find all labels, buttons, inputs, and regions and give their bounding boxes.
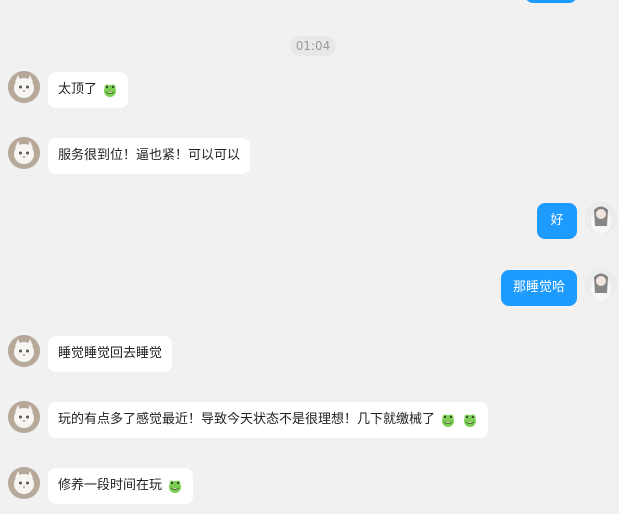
incoming-message-bubble[interactable]: 玩的有点多了感觉最近！导致今天状态不是很理想！几下就缴械了 (48, 402, 489, 438)
frog-face-emoji-icon (167, 478, 183, 494)
cat-avatar-icon (8, 401, 40, 433)
message-text: 玩的有点多了感觉最近！导致今天状态不是很理想！几下就缴械了 (58, 411, 436, 427)
incoming-message-bubble[interactable]: 修养一段时间在玩 (48, 468, 194, 504)
cat-avatar-icon (8, 137, 40, 169)
cat-avatar-icon (8, 467, 40, 499)
message-text: 修养一段时间在玩 (58, 477, 163, 493)
contact-avatar[interactable] (8, 137, 40, 169)
user-avatar-icon (585, 202, 617, 234)
contact-avatar[interactable] (8, 467, 40, 499)
self-avatar[interactable] (585, 269, 617, 301)
message-timestamp: 01:04 (290, 36, 336, 56)
incoming-message-bubble[interactable]: 睡觉睡觉回去睡觉 (48, 336, 173, 372)
message-text: 服务很到位！逼也紧！可以可以 (58, 147, 241, 163)
contact-avatar[interactable] (8, 401, 40, 433)
message-text: 那睡觉哈 (512, 279, 565, 295)
cat-avatar-icon (8, 335, 40, 367)
contact-avatar[interactable] (8, 71, 40, 103)
contact-avatar[interactable] (8, 335, 40, 367)
chat-window: 01:04 太顶了 服务很到位！逼也紧！可以可以 好 那睡觉哈 睡觉睡觉回去睡觉… (0, 0, 619, 514)
message-text: 睡觉睡觉回去睡觉 (58, 345, 163, 361)
self-avatar[interactable] (585, 202, 617, 234)
frog-face-emoji-icon (440, 412, 456, 428)
user-avatar-icon (585, 269, 617, 301)
message-text: 好 (550, 212, 564, 228)
message-text: 太顶了 (58, 81, 98, 97)
frog-face-emoji-icon (102, 82, 118, 98)
outgoing-message-bubble[interactable]: 好 (537, 203, 577, 239)
incoming-message-bubble[interactable]: 太顶了 (48, 72, 129, 108)
outgoing-message-bubble-partial[interactable] (525, 0, 577, 3)
incoming-message-bubble[interactable]: 服务很到位！逼也紧！可以可以 (48, 138, 251, 174)
outgoing-message-bubble[interactable]: 那睡觉哈 (501, 270, 577, 306)
frog-face-emoji-icon (462, 412, 478, 428)
cat-avatar-icon (8, 71, 40, 103)
